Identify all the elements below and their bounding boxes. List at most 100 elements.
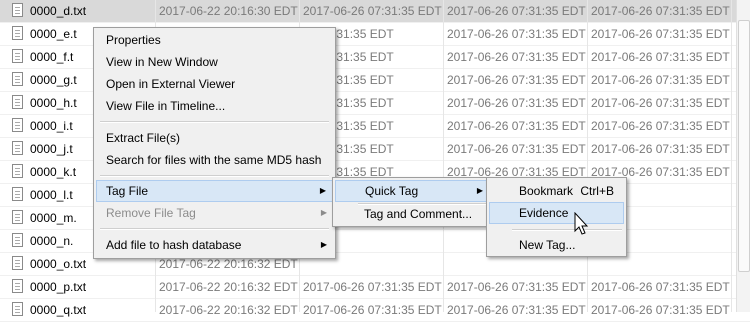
file-name: 0000_d.txt — [30, 4, 87, 18]
text-file-icon — [12, 95, 23, 109]
file-name: 0000_e.t — [30, 27, 77, 41]
date-cell: 2017-06-22 20:16:30 EDT — [159, 4, 298, 18]
text-file-icon — [12, 210, 23, 224]
text-file-icon — [12, 141, 23, 155]
text-file-icon — [12, 118, 23, 132]
file-name: 0000_o.txt — [30, 257, 87, 271]
text-file-icon — [12, 302, 23, 316]
tag-file-submenu: Quick Tag ▶ Tag and Comment... — [332, 177, 493, 227]
menu-item-extract-files[interactable]: Extract File(s) — [96, 127, 333, 149]
submenu-arrow-icon: ▶ — [319, 186, 326, 195]
date-cell: 2017-06-26 07:31:35 EDT — [591, 50, 730, 64]
menu-item-label: Properties — [106, 33, 161, 47]
menu-item-open-external-viewer[interactable]: Open in External Viewer — [96, 73, 333, 95]
vertical-scrollbar[interactable] — [736, 0, 750, 312]
table-row[interactable]: 0000_p.txt 2017-06-22 20:16:32 EDT 2017-06… — [0, 276, 750, 299]
context-menu: Properties View in New Window Open in Ex… — [93, 27, 336, 259]
menu-item-label: Tag File — [106, 184, 149, 198]
date-cell: 2017-06-26 07:31:35 EDT — [591, 142, 730, 156]
date-cell: 2017-06-26 07:31:35 EDT — [591, 73, 730, 87]
column-divider — [587, 0, 588, 312]
date-cell: 2017-06-26 07:31:35 EDT — [591, 119, 730, 133]
text-file-icon — [12, 256, 23, 270]
date-cell: 2017-06-26 07:31:35 EDT — [591, 96, 730, 110]
menu-item-label: View File in Timeline... — [106, 99, 226, 113]
file-name: 0000_p.txt — [30, 280, 87, 294]
menu-item-label: Evidence — [519, 206, 569, 220]
file-name: 0000_g.t — [30, 73, 77, 87]
text-file-icon — [12, 72, 23, 86]
menu-separator — [100, 121, 329, 123]
date-cell: 2017-06-26 07:31:35 EDT — [591, 303, 730, 317]
date-cell: 2017-06-26 07:31:35 EDT — [591, 4, 730, 18]
shortcut-label: Ctrl+B — [580, 184, 614, 198]
menu-item-new-tag[interactable]: New Tag... — [489, 234, 624, 256]
mouse-cursor-icon — [574, 212, 589, 235]
menu-separator — [100, 175, 329, 177]
date-cell: 2017-06-26 07:31:35 EDT — [447, 73, 586, 87]
file-name: 0000_n. — [30, 234, 74, 248]
date-cell: 2017-06-26 07:31:35 EDT — [447, 303, 586, 317]
submenu-arrow-icon: ▶ — [476, 186, 483, 195]
menu-item-properties[interactable]: Properties — [96, 29, 333, 51]
date-cell: 2017-06-22 20:16:32 EDT — [159, 280, 298, 294]
file-name: 0000_q.txt — [30, 303, 87, 317]
text-file-icon — [12, 49, 23, 63]
text-file-icon — [12, 26, 23, 40]
text-file-icon — [12, 3, 23, 17]
table-row[interactable]: 0000_q.txt 2017-06-22 20:16:32 EDT 2017-06… — [0, 299, 750, 322]
file-name: 0000_j.t — [30, 142, 73, 156]
menu-item-label: Remove File Tag — [106, 206, 196, 220]
date-cell: 2017-06-22 20:16:32 EDT — [159, 257, 298, 271]
file-name: 0000_m. — [30, 211, 77, 225]
scrollbar-thumb[interactable] — [738, 20, 750, 272]
file-name: 0000_l.t — [30, 188, 73, 202]
menu-separator — [100, 228, 329, 230]
menu-item-tag-and-comment[interactable]: Tag and Comment... — [335, 203, 490, 225]
date-cell: 2017-06-26 07:31:35 EDT — [447, 27, 586, 41]
menu-item-evidence[interactable]: Evidence — [489, 202, 624, 224]
menu-item-label: Extract File(s) — [106, 131, 181, 145]
menu-separator — [512, 229, 622, 231]
menu-item-label: Tag and Comment... — [364, 207, 473, 221]
date-cell: 2017-06-26 07:31:35 EDT — [447, 50, 586, 64]
menu-item-remove-file-tag[interactable]: Remove File Tag ▶ — [96, 202, 333, 224]
date-cell: 2017-06-26 07:31:35 EDT — [591, 280, 730, 294]
date-cell: 2017-06-26 07:31:35 EDT — [591, 27, 730, 41]
submenu-arrow-icon: ▶ — [320, 208, 327, 217]
menu-item-label: View in New Window — [106, 55, 218, 69]
date-cell: 2017-06-26 07:31:35 EDT — [447, 119, 586, 133]
submenu-arrow-icon: ▶ — [320, 240, 327, 249]
date-cell: 2017-06-26 07:31:35 EDT — [303, 303, 442, 317]
date-cell: 2017-06-26 07:31:35 EDT — [447, 142, 586, 156]
menu-item-label: Open in External Viewer — [106, 77, 236, 91]
column-divider — [443, 0, 444, 312]
date-cell: 2017-06-22 20:16:32 EDT — [159, 303, 298, 317]
menu-item-view-new-window[interactable]: View in New Window — [96, 51, 333, 73]
text-file-icon — [12, 164, 23, 178]
file-name: 0000_i.t — [30, 119, 73, 133]
menu-item-label: New Tag... — [519, 238, 576, 252]
menu-item-add-hash-database[interactable]: Add file to hash database ▶ — [96, 234, 333, 256]
text-file-icon — [12, 233, 23, 247]
column-divider — [731, 0, 732, 312]
date-cell: 2017-06-26 07:31:35 EDT — [447, 280, 586, 294]
text-file-icon — [12, 187, 23, 201]
quick-tag-submenu: Bookmark Ctrl+B Evidence New Tag... — [486, 177, 627, 257]
menu-item-label: Quick Tag — [365, 184, 419, 198]
menu-item-label: Add file to hash database — [106, 238, 242, 252]
menu-item-search-md5[interactable]: Search for files with the same MD5 hash — [96, 149, 333, 171]
menu-item-bookmark[interactable]: Bookmark Ctrl+B — [489, 180, 624, 202]
table-row[interactable]: 0000_d.txt 2017-06-22 20:16:30 EDT 2017-06… — [0, 0, 750, 23]
menu-item-tag-file[interactable]: Tag File ▶ — [96, 180, 333, 202]
menu-item-quick-tag[interactable]: Quick Tag ▶ — [335, 180, 490, 202]
menu-item-label: Search for files with the same MD5 hash — [106, 153, 322, 167]
file-name: 0000_f.t — [30, 50, 74, 64]
menu-item-label: Bookmark — [519, 184, 574, 198]
file-name: 0000_h.t — [30, 96, 77, 110]
text-file-icon — [12, 279, 23, 293]
menu-item-view-timeline[interactable]: View File in Timeline... — [96, 95, 333, 117]
date-cell: 2017-06-26 07:31:35 EDT — [303, 280, 442, 294]
file-name: 0000_k.t — [30, 165, 77, 179]
date-cell: 2017-06-26 07:31:35 EDT — [447, 4, 586, 18]
